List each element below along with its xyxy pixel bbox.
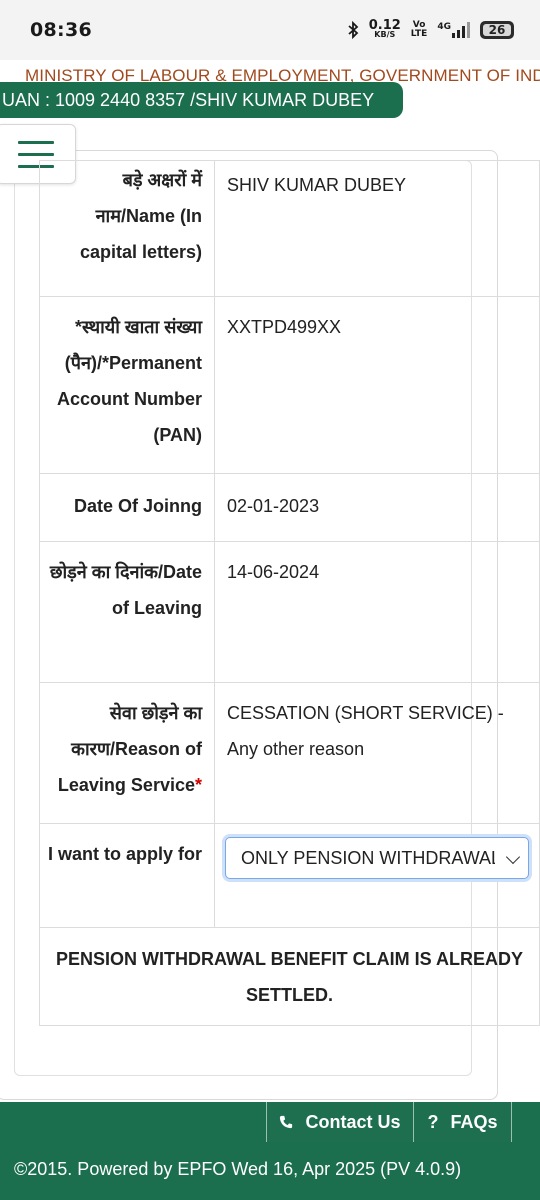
- chevron-down-icon: [505, 849, 521, 865]
- apply-for-label: I want to apply for: [39, 823, 215, 928]
- battery-icon: 26: [480, 21, 514, 39]
- pan-label: *स्थायी खाता संख्या (पैन)/*Permanent Acc…: [39, 296, 215, 474]
- volte-indicator: Vo LTE: [410, 20, 428, 39]
- table-row: I want to apply for ONLY PENSION WITHDRA…: [39, 823, 540, 928]
- name-label: बड़े अक्षरों में नाम/Name (In capital le…: [39, 160, 215, 297]
- apply-for-select[interactable]: ONLY PENSION WITHDRAWAL: [225, 837, 529, 879]
- date-of-joining-label: Date Of Joinng: [39, 473, 215, 542]
- status-icons: 0.12 KB/S Vo LTE 4G 26: [347, 18, 514, 39]
- required-mark: *: [194, 775, 202, 795]
- table-row: Date Of Joinng 02-01-2023: [39, 473, 540, 542]
- pan-value: XXTPD499XX: [214, 296, 540, 474]
- status-bar: 08:36 0.12 KB/S Vo LTE 4G 26: [0, 0, 540, 60]
- date-of-joining-value: 02-01-2023: [214, 473, 540, 542]
- name-value: SHIV KUMAR DUBEY: [214, 160, 540, 297]
- copyright-text: ©2015. Powered by EPFO Wed 16, Apr 2025 …: [14, 1159, 462, 1179]
- member-details-table: बड़े अक्षरों में नाम/Name (In capital le…: [39, 160, 540, 1026]
- table-row: बड़े अक्षरों में नाम/Name (In capital le…: [39, 160, 540, 297]
- table-row: *स्थायी खाता संख्या (पैन)/*Permanent Acc…: [39, 296, 540, 474]
- menu-icon: [18, 140, 54, 144]
- network-speed: 0.12 KB/S: [368, 18, 401, 39]
- uan-bar: UAN : 1009 2440 8357 /SHIV KUMAR DUBEY: [0, 82, 403, 118]
- contact-us-link[interactable]: Contact Us: [266, 1102, 414, 1142]
- table-row: PENSION WITHDRAWAL BENEFIT CLAIM IS ALRE…: [39, 927, 540, 1026]
- status-time: 08:36: [30, 19, 92, 41]
- date-of-leaving-label: छोड़ने का दिनांक/Date of Leaving: [39, 541, 215, 683]
- phone-icon: [280, 1115, 293, 1129]
- faqs-link[interactable]: ? FAQs: [414, 1102, 512, 1142]
- claim-status-message: PENSION WITHDRAWAL BENEFIT CLAIM IS ALRE…: [39, 927, 540, 1026]
- table-row: छोड़ने का दिनांक/Date of Leaving 14-06-2…: [39, 541, 540, 683]
- date-of-leaving-value: 14-06-2024: [214, 541, 540, 683]
- signal-icon: 4G: [437, 22, 470, 38]
- bluetooth-icon: [348, 21, 359, 39]
- reason-of-leaving-label: सेवा छोड़ने का कारण/Reason of Leaving Se…: [39, 682, 215, 824]
- apply-for-cell: ONLY PENSION WITHDRAWAL: [214, 823, 540, 928]
- footer: Contact Us ? FAQs ©2015. Powered by EPFO…: [0, 1102, 540, 1200]
- table-row: सेवा छोड़ने का कारण/Reason of Leaving Se…: [39, 682, 540, 824]
- question-icon: ?: [427, 1111, 439, 1132]
- reason-of-leaving-value: CESSATION (SHORT SERVICE) - Any other re…: [214, 682, 540, 824]
- footer-links: Contact Us ? FAQs: [266, 1102, 512, 1142]
